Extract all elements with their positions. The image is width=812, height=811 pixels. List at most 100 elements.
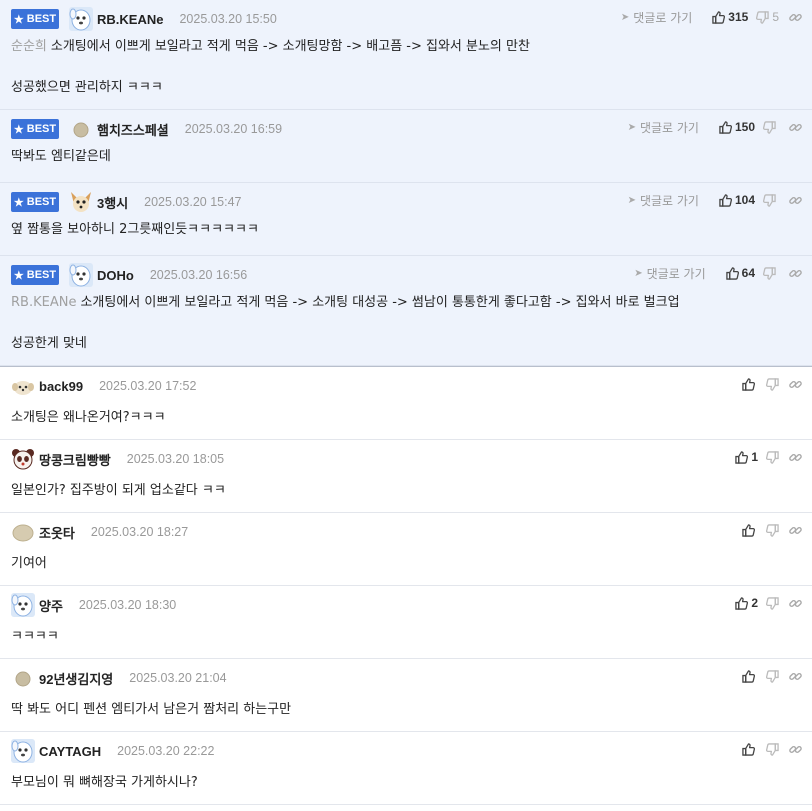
dislike-button[interactable] xyxy=(766,523,779,537)
author-name[interactable]: DOHo xyxy=(97,268,134,283)
comment-body: 기여어 xyxy=(11,554,47,574)
reply-link[interactable]: ➤ 댓글로 가기 xyxy=(634,265,705,282)
link-button[interactable] xyxy=(789,194,802,207)
gray-dot-avatar[interactable] xyxy=(69,117,93,141)
comment-line: 옆 짬통을 보아하니 2그릇째인듯ㅋㅋㅋㅋㅋㅋ xyxy=(11,220,259,240)
comment-date: 2025.03.20 18:30 xyxy=(78,598,177,612)
thumb-down-icon xyxy=(763,266,776,280)
best-comment: ★ BEST RB.KEANe 2025.03.20 15:50 ➤ 댓글로 가기 … xyxy=(0,0,812,110)
like-button[interactable] xyxy=(742,523,758,537)
comment-actions: 1 xyxy=(727,448,802,466)
link-button[interactable] xyxy=(789,121,802,134)
puppy-avatar[interactable] xyxy=(11,374,35,398)
link-button[interactable] xyxy=(789,524,802,537)
mention[interactable]: 순순희 xyxy=(11,39,47,54)
like-button[interactable] xyxy=(742,669,758,683)
link-button[interactable] xyxy=(789,451,802,464)
thumb-up-icon xyxy=(725,266,739,280)
thumb-down-icon xyxy=(766,742,779,756)
comment-line: 성공한게 맞네 xyxy=(11,334,680,354)
dislike-button[interactable] xyxy=(766,742,779,756)
chihuahua-avatar[interactable] xyxy=(69,190,93,214)
like-button[interactable]: 315 xyxy=(712,10,748,24)
link-icon xyxy=(789,11,802,24)
link-button[interactable] xyxy=(789,11,802,24)
comment-date: 2025.03.20 18:27 xyxy=(90,525,189,539)
author-name[interactable]: 땅콩크림빵빵 xyxy=(39,450,111,469)
dislike-button[interactable] xyxy=(763,193,779,207)
panda-avatar[interactable] xyxy=(11,447,35,471)
dislike-button[interactable] xyxy=(766,596,779,610)
reply-link[interactable]: ➤ 댓글로 가기 xyxy=(628,119,699,136)
author-name[interactable]: 조옷타 xyxy=(39,523,75,542)
like-count: 150 xyxy=(734,120,755,134)
comment-actions: ➤ 댓글로 가기 104 xyxy=(628,191,802,209)
link-button[interactable] xyxy=(789,670,802,683)
thumb-up-icon xyxy=(742,377,755,391)
link-button[interactable] xyxy=(789,743,802,756)
best-label: BEST xyxy=(26,269,57,281)
white-dog-avatar[interactable] xyxy=(69,7,93,31)
star-icon: ★ xyxy=(13,269,24,282)
thumb-down-icon xyxy=(766,523,779,537)
like-button[interactable]: 104 xyxy=(719,193,755,207)
comment-text: 성공했으면 관리하지 ㅋㅋㅋ xyxy=(11,80,163,95)
mention[interactable]: RB.KEANe xyxy=(11,295,76,310)
author-name[interactable]: 92년생김지영 xyxy=(39,669,113,688)
white-dog-avatar[interactable] xyxy=(11,593,35,617)
like-button[interactable]: 2 xyxy=(735,596,758,610)
comment-header: ★ BEST 햄치즈스페셜 2025.03.20 16:59 xyxy=(11,118,282,140)
dislike-button[interactable] xyxy=(766,669,779,683)
link-icon xyxy=(789,597,802,610)
comment-text: 소개팅에서 이쁘게 보일라고 적게 먹음 -> 소개팅망함 -> 배고픔 -> … xyxy=(50,39,530,54)
gray-dot-avatar[interactable] xyxy=(11,666,35,690)
reply-link[interactable]: ➤ 댓글로 가기 xyxy=(628,192,699,209)
comment-actions xyxy=(734,667,802,685)
like-button[interactable] xyxy=(742,377,758,391)
dislike-button[interactable]: 5 xyxy=(756,10,779,24)
author-name[interactable]: 3행시 xyxy=(97,193,128,212)
like-button[interactable] xyxy=(742,742,758,756)
comment-header: ★ BEST 3행시 2025.03.20 15:47 xyxy=(11,191,241,213)
comment-date: 2025.03.20 22:22 xyxy=(117,744,215,758)
comment-actions: ➤ 댓글로 가기 150 xyxy=(628,118,802,136)
white-dog-avatar[interactable] xyxy=(11,739,35,763)
comment-body: 일본인가? 집주방이 되게 업소같다 ㅋㅋ xyxy=(11,481,226,501)
author-name[interactable]: RB.KEANe xyxy=(97,12,163,27)
dislike-count: 5 xyxy=(772,10,779,24)
comment-line xyxy=(11,57,530,78)
like-button[interactable]: 64 xyxy=(725,266,755,280)
author-name[interactable]: 양주 xyxy=(39,596,63,615)
comment-actions xyxy=(734,375,802,393)
link-button[interactable] xyxy=(789,267,802,280)
comment: 땅콩크림빵빵 2025.03.20 18:05 1 일본인가? 집주방이 되게 … xyxy=(0,440,812,513)
like-button[interactable]: 150 xyxy=(719,120,755,134)
comment-body: 순순희 소개팅에서 이쁘게 보일라고 적게 먹음 -> 소개팅망함 -> 배고픔 … xyxy=(11,37,530,98)
link-button[interactable] xyxy=(789,597,802,610)
dislike-button[interactable] xyxy=(763,120,779,134)
comment-date: 2025.03.20 21:04 xyxy=(129,671,227,685)
comment: 92년생김지영 2025.03.20 21:04 딱 봐도 어디 펜션 엠티가서… xyxy=(0,659,812,732)
link-button[interactable] xyxy=(789,378,802,391)
dislike-button[interactable] xyxy=(766,377,779,391)
white-dog-avatar[interactable] xyxy=(69,263,93,287)
star-icon: ★ xyxy=(13,196,24,209)
thumb-up-icon xyxy=(719,120,732,134)
best-label: BEST xyxy=(26,13,57,25)
link-icon xyxy=(789,524,802,537)
comment-text: 딱 봐도 어디 펜션 엠티가서 남은거 짬처리 하는구만 xyxy=(11,702,292,717)
thumb-down-icon xyxy=(766,450,779,464)
dislike-button[interactable] xyxy=(763,266,779,280)
reply-link[interactable]: ➤ 댓글로 가기 xyxy=(621,9,692,26)
thumb-down-icon xyxy=(766,377,779,391)
link-icon xyxy=(789,743,802,756)
dislike-button[interactable] xyxy=(766,450,779,464)
comment-body: 딱 봐도 어디 펜션 엠티가서 남은거 짬처리 하는구만 xyxy=(11,700,291,720)
author-name[interactable]: 햄치즈스페셜 xyxy=(97,120,169,139)
like-button[interactable]: 1 xyxy=(735,450,758,464)
author-name[interactable]: CAYTAGH xyxy=(39,744,101,759)
beige-blob-avatar[interactable] xyxy=(11,520,35,544)
comment-body: 부모님이 뭐 뼈해장국 가게하시나? xyxy=(11,773,198,793)
reply-label: 댓글로 가기 xyxy=(646,266,706,281)
author-name[interactable]: back99 xyxy=(39,379,83,394)
